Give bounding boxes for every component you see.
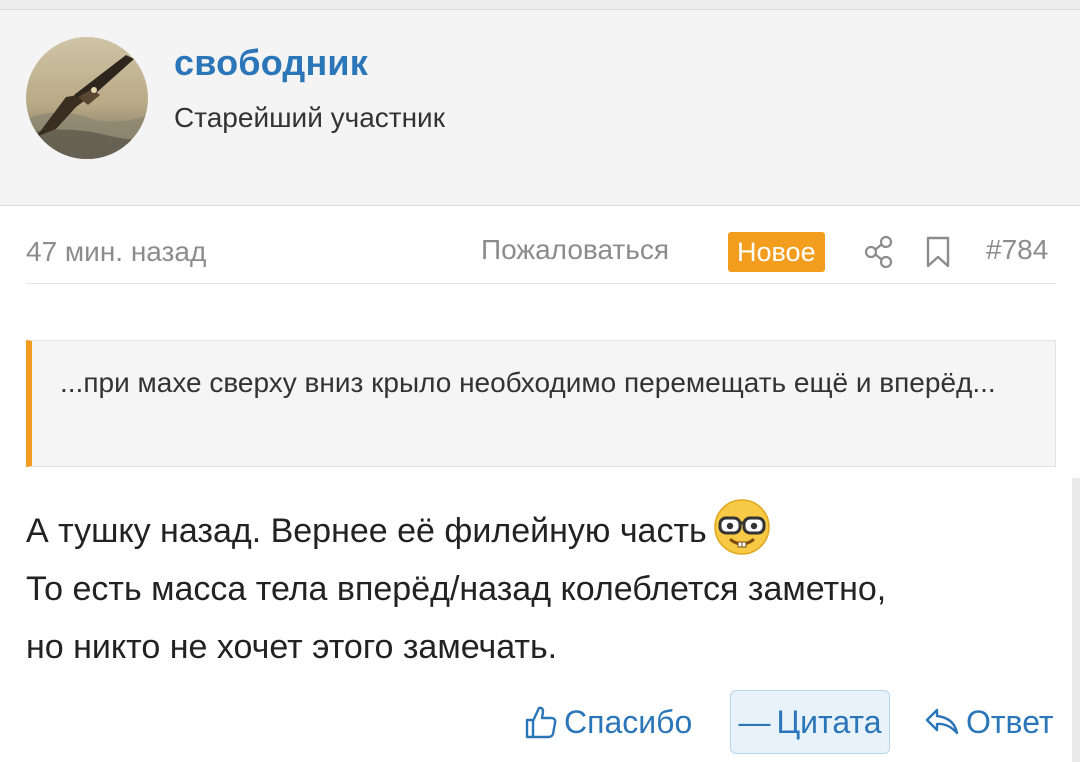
quote-button-label: Цитата <box>776 703 882 740</box>
post-timestamp[interactable]: 47 мин. назад <box>26 236 206 268</box>
post-number-link[interactable]: #784 <box>986 234 1048 266</box>
post-body: А тушку назад. Вернее её филейную часть … <box>26 498 1056 676</box>
post-line: А тушку назад. Вернее её филейную часть <box>26 498 1056 560</box>
reply-button-label: Ответ <box>966 703 1054 740</box>
bookmark-icon[interactable] <box>923 234 953 270</box>
post-line-text: А тушку назад. Вернее её филейную часть <box>26 512 707 550</box>
post-line: но никто не хочет этого замечать. <box>26 628 558 666</box>
reply-arrow-icon <box>925 708 959 735</box>
quote-text: ...при махе сверху вниз крыло необходимо… <box>60 367 996 398</box>
nerd-face-icon <box>713 498 771 556</box>
thanks-button-label: Спасибо <box>564 703 693 740</box>
new-badge: Новое <box>728 232 825 272</box>
quote-button-dash: — <box>738 703 771 740</box>
post-line: То есть масса тела вперёд/назад колеблет… <box>26 570 887 608</box>
post-author-header: свободник Старейший участник <box>0 10 1080 206</box>
thumbs-up-icon <box>525 706 557 739</box>
reply-button[interactable]: Ответ <box>924 690 1054 754</box>
page-top-divider <box>0 0 1080 10</box>
author-username[interactable]: свободник <box>174 42 368 84</box>
post-meta-bar: 47 мин. назад Пожаловаться Новое #784 <box>26 224 1056 284</box>
avatar-eagle-image <box>26 37 148 159</box>
post-actions: Спасибо — Цитата Ответ <box>0 688 1080 758</box>
thanks-button[interactable]: Спасибо <box>524 690 692 754</box>
avatar[interactable] <box>26 37 148 159</box>
report-link[interactable]: Пожаловаться <box>481 234 669 266</box>
share-icon[interactable] <box>862 234 896 270</box>
quote-button[interactable]: — Цитата <box>730 690 890 754</box>
author-rank: Старейший участник <box>174 102 445 133</box>
quote-block: ...при махе сверху вниз крыло необходимо… <box>26 340 1056 467</box>
scrollbar[interactable] <box>1072 478 1080 762</box>
